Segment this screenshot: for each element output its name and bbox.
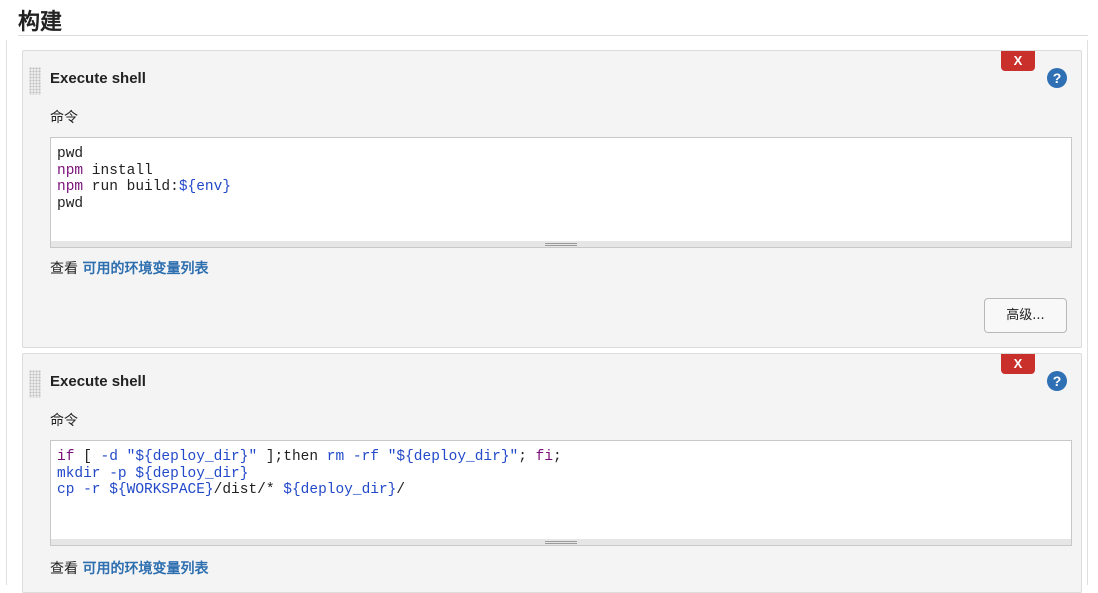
help-icon[interactable]: ? xyxy=(1047,68,1067,88)
step-title: Execute shell xyxy=(50,70,146,87)
section-left-border xyxy=(6,40,7,585)
build-step-execute-shell: Execute shell X ? 命令 pwdnpm installnpm r… xyxy=(22,50,1082,348)
code-line: pwd xyxy=(57,196,1065,213)
env-vars-prefix: 查看 xyxy=(50,261,78,277)
code-line: npm install xyxy=(57,163,1065,180)
command-editor[interactable]: if [ -d "${deploy_dir}" ];then rm -rf "$… xyxy=(50,440,1072,546)
section-title: 构建 xyxy=(18,4,62,36)
code-token: npm xyxy=(57,163,83,179)
code-token: ${deploy_dir} xyxy=(135,466,248,482)
env-vars-link[interactable]: 可用的环境变量列表 xyxy=(82,261,208,277)
code-token: "${deploy_dir}" xyxy=(127,449,258,465)
code-token: ${WORKSPACE} xyxy=(109,482,213,498)
code-token: ; xyxy=(518,449,535,465)
code-token: if xyxy=(57,449,74,465)
code-line: mkdir -p ${deploy_dir} xyxy=(57,466,1065,483)
code-token: run build: xyxy=(83,179,179,195)
advanced-button[interactable]: 高级... xyxy=(984,298,1067,333)
command-editor[interactable]: pwdnpm installnpm run build:${env}pwd xyxy=(50,137,1072,248)
code-token: [ xyxy=(74,449,100,465)
code-token: ; xyxy=(553,449,562,465)
env-vars-link[interactable]: 可用的环境变量列表 xyxy=(82,561,208,577)
code-token: -d xyxy=(101,449,118,465)
code-token: / xyxy=(396,482,405,498)
code-token: rm -rf xyxy=(327,449,379,465)
help-icon[interactable]: ? xyxy=(1047,371,1067,391)
code-line: if [ -d "${deploy_dir}" ];then rm -rf "$… xyxy=(57,449,1065,466)
code-token: pwd xyxy=(57,146,83,162)
code-token: /dist/* xyxy=(214,482,284,498)
code-token: "${deploy_dir}" xyxy=(388,449,519,465)
build-step-execute-shell: Execute shell X ? 命令 if [ -d "${deploy_d… xyxy=(22,353,1082,593)
command-label: 命令 xyxy=(50,410,78,430)
code-token: ];then xyxy=(257,449,327,465)
code-token xyxy=(118,449,127,465)
code-token: ${env} xyxy=(179,179,231,195)
section-right-border xyxy=(1087,40,1088,585)
step-title: Execute shell xyxy=(50,373,146,390)
code-line: pwd xyxy=(57,146,1065,163)
code-line: cp -r ${WORKSPACE}/dist/* ${deploy_dir}/ xyxy=(57,482,1065,499)
grip-icon xyxy=(545,243,577,246)
grip-icon xyxy=(545,541,577,544)
env-vars-row: 查看 可用的环境变量列表 xyxy=(50,558,208,578)
code-token: ${deploy_dir} xyxy=(283,482,396,498)
env-vars-prefix: 查看 xyxy=(50,561,78,577)
code-token: fi xyxy=(536,449,553,465)
code-line: npm run build:${env} xyxy=(57,179,1065,196)
code-token: npm xyxy=(57,179,83,195)
env-vars-row: 查看 可用的环境变量列表 xyxy=(50,258,208,278)
code-token xyxy=(379,449,388,465)
delete-step-button[interactable]: X xyxy=(1001,51,1035,71)
drag-handle[interactable] xyxy=(29,67,41,95)
section-divider xyxy=(18,35,1088,36)
editor-resize-handle[interactable] xyxy=(50,539,1072,546)
code-token: mkdir -p xyxy=(57,466,135,482)
editor-resize-handle[interactable] xyxy=(50,241,1072,248)
code-token: cp -r xyxy=(57,482,109,498)
code-token: pwd xyxy=(57,196,83,212)
drag-handle[interactable] xyxy=(29,370,41,398)
delete-step-button[interactable]: X xyxy=(1001,354,1035,374)
command-label: 命令 xyxy=(50,107,78,127)
code-token: install xyxy=(83,163,153,179)
